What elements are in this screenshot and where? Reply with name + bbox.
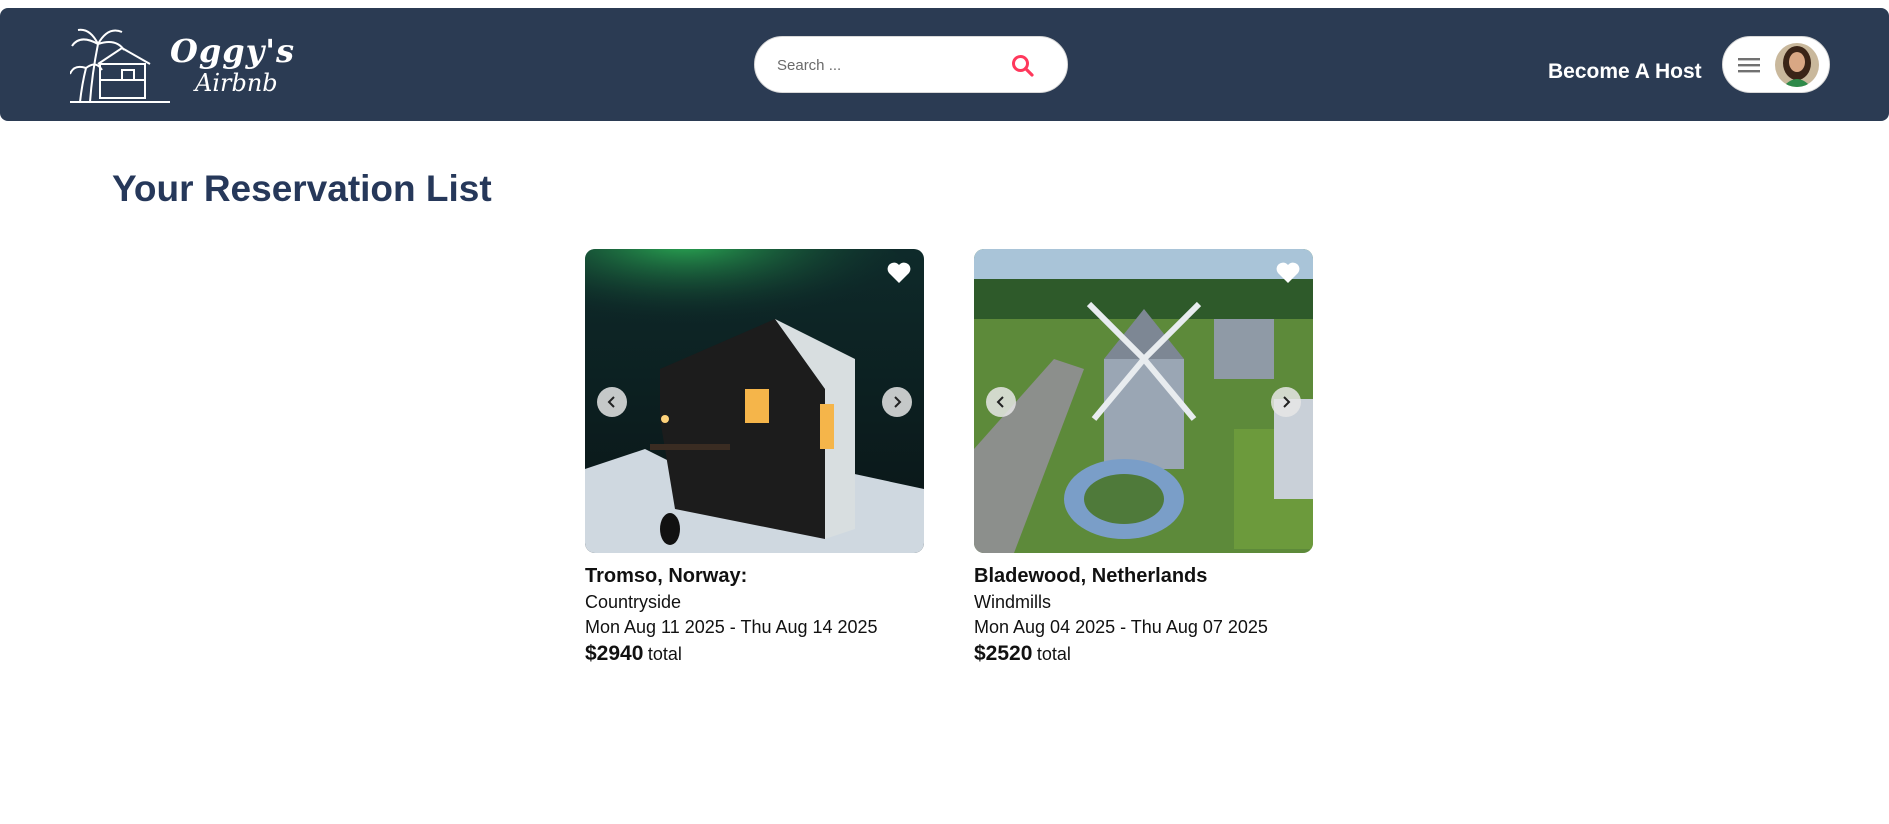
listing-image[interactable] bbox=[974, 249, 1313, 553]
reservation-card[interactable]: Tromso, Norway: Countryside Mon Aug 11 2… bbox=[585, 249, 924, 666]
listing-price: $2520 total bbox=[974, 642, 1313, 666]
search-input[interactable] bbox=[777, 51, 997, 79]
palm-tree-house-icon bbox=[69, 28, 170, 103]
listing-image[interactable] bbox=[585, 249, 924, 553]
price-amount: $2520 bbox=[974, 642, 1033, 665]
logo-text-oggys: Oggy's bbox=[170, 32, 296, 70]
favorite-heart-icon[interactable] bbox=[1275, 261, 1301, 285]
reservation-dates: Mon Aug 04 2025 - Thu Aug 07 2025 bbox=[974, 617, 1268, 637]
listing-category: Countryside bbox=[585, 592, 682, 612]
chevron-right-icon bbox=[894, 396, 902, 408]
chevron-left-icon bbox=[607, 396, 615, 408]
previous-image-button[interactable] bbox=[597, 387, 627, 417]
chevron-left-icon bbox=[996, 396, 1004, 408]
price-suffix: total bbox=[647, 644, 682, 664]
logo-text-airbnb: Airbnb bbox=[195, 69, 278, 97]
price-suffix: total bbox=[1036, 644, 1071, 664]
listing-price: $2940 total bbox=[585, 642, 924, 666]
top-navbar: Oggy's Airbnb Become A Host bbox=[0, 8, 1889, 121]
user-menu-button[interactable] bbox=[1722, 36, 1830, 93]
reservation-dates: Mon Aug 11 2025 - Thu Aug 14 2025 bbox=[585, 617, 878, 637]
avatar bbox=[1775, 43, 1819, 87]
next-image-button[interactable] bbox=[882, 387, 912, 417]
price-amount: $2940 bbox=[585, 642, 644, 665]
listing-location: Bladewood, Netherlands bbox=[974, 565, 1208, 587]
reservation-card[interactable]: Bladewood, Netherlands Windmills Mon Aug… bbox=[974, 249, 1313, 666]
search-icon[interactable] bbox=[1010, 53, 1036, 79]
site-logo[interactable]: Oggy's Airbnb bbox=[69, 24, 294, 106]
hamburger-menu-icon bbox=[1738, 58, 1760, 73]
page-title: Your Reservation List bbox=[112, 168, 492, 209]
previous-image-button[interactable] bbox=[986, 387, 1016, 417]
listing-category: Windmills bbox=[974, 592, 1052, 612]
favorite-heart-icon[interactable] bbox=[886, 261, 912, 285]
aurora-cabin-image bbox=[585, 249, 924, 553]
next-image-button[interactable] bbox=[1271, 387, 1301, 417]
windmill-house-image bbox=[974, 249, 1313, 553]
search-bar[interactable] bbox=[754, 36, 1068, 93]
listing-location: Tromso, Norway: bbox=[585, 565, 748, 587]
chevron-right-icon bbox=[1283, 396, 1291, 408]
user-avatar-icon bbox=[1775, 43, 1819, 87]
become-host-link[interactable]: Become A Host bbox=[1548, 60, 1702, 84]
